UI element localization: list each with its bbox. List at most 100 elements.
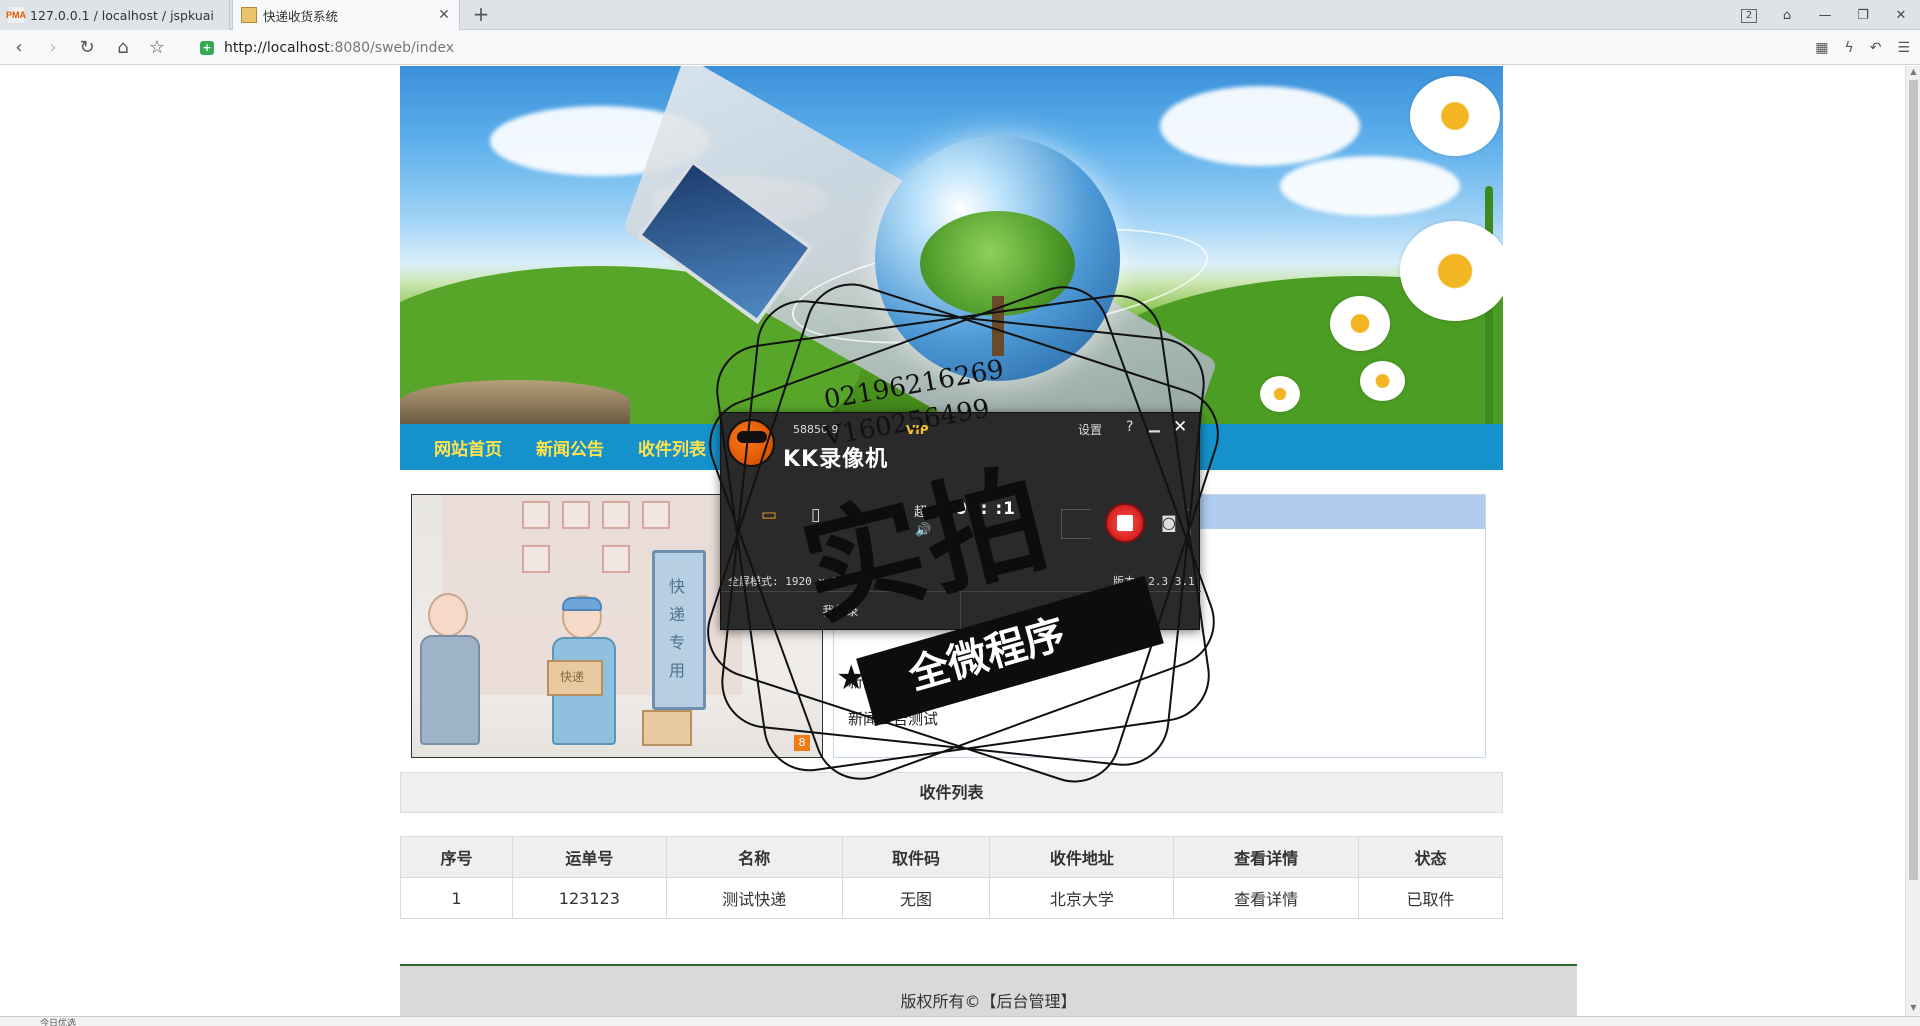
kk-toolbar-frame (1185, 509, 1191, 539)
cell-name: 测试快递 (665, 877, 843, 919)
kk-help-button[interactable]: ? (1126, 419, 1133, 435)
daisy-flower-icon (1410, 76, 1500, 156)
news-item[interactable]: 新闻公告测试 (848, 708, 938, 729)
news-item[interactable]: 新闻公告测试 (848, 671, 938, 692)
parcel-label: 快递 (560, 670, 585, 684)
lightning-icon[interactable]: ϟ (1844, 40, 1853, 56)
kk-close-icon[interactable]: ✕ (1173, 417, 1187, 437)
url-path: :8080/sweb/index (329, 39, 455, 56)
vertical-scrollbar[interactable]: ▲ ▼ (1905, 66, 1920, 1016)
table-row: 1 123123 测试快递 无图 北京大学 查看详情 已取件 (400, 877, 1503, 919)
tab-phpmyadmin[interactable]: PMA 127.0.0.1 / localhost / jspkuai (0, 0, 230, 30)
phpmyadmin-icon: PMA (6, 7, 26, 23)
cell-index: 1 (400, 877, 513, 919)
status-left-text[interactable]: 今日优选 (40, 1017, 76, 1026)
camera-icon[interactable]: ◙ (1161, 513, 1177, 532)
cell-pickup-code: 无图 (841, 877, 991, 919)
address-bar: ‹ › ↻ ⌂ ☆ + http://localhost :8080/sweb/… (0, 30, 1920, 65)
back-icon[interactable]: ‹ (6, 35, 32, 61)
close-window-icon[interactable]: ✕ (1882, 8, 1920, 23)
kk-my-recordings-button[interactable]: 我的录 (721, 592, 961, 630)
bookmark-star-icon[interactable]: ☆ (144, 35, 170, 61)
url-host: http://localhost (224, 39, 330, 56)
reload-icon[interactable]: ↻ (74, 35, 100, 61)
header-banner (400, 66, 1503, 424)
tab-bar: PMA 127.0.0.1 / localhost / jspkuai 快递收货… (0, 0, 1920, 30)
kk-recording-timer: 00: :1 (955, 499, 1017, 519)
daisy-flower-icon (1260, 376, 1300, 412)
scroll-down-icon[interactable]: ▼ (1906, 1003, 1920, 1015)
kk-bottom-bar: 我的录 (721, 591, 1201, 630)
kk-account-id[interactable]: 58850 9 (793, 423, 839, 436)
shirt-icon[interactable]: ⌂ (1768, 8, 1806, 23)
toolbar-right: ▦ ϟ ↶ ☰ (1815, 35, 1910, 60)
window-graphic (522, 501, 550, 529)
receive-list-table: 序号 运单号 名称 取件码 收件地址 查看详情 状态 1 123123 测试快递… (400, 836, 1503, 919)
scroll-up-icon[interactable]: ▲ (1906, 67, 1920, 79)
kk-settings-button[interactable]: 设置 (1078, 421, 1102, 438)
kk-toolbar-frame (1061, 509, 1091, 539)
new-tab-button[interactable]: + (470, 4, 492, 26)
kk-vip-badge[interactable]: VIP (906, 423, 929, 437)
daisy-flower-icon (1400, 221, 1503, 321)
menu-icon[interactable]: ☰ (1897, 40, 1910, 56)
fullscreen-mode-icon[interactable]: ▭ (761, 505, 777, 525)
table-header-row: 序号 运单号 名称 取件码 收件地址 查看详情 状态 (400, 836, 1503, 878)
rocks-graphic (400, 380, 630, 424)
menu-item-receive-list[interactable]: 收件列表 (638, 435, 706, 460)
scrollbar-thumb[interactable] (1909, 80, 1918, 880)
cell-waybill: 123123 (511, 877, 667, 919)
window-graphic (602, 501, 630, 529)
secure-shield-icon: + (200, 40, 214, 55)
slide-number-badge[interactable]: 8 (794, 735, 810, 751)
col-header-index: 序号 (400, 836, 513, 878)
menu-item-news[interactable]: 新闻公告 (536, 435, 604, 460)
admin-link[interactable]: 【后台管理】 (981, 992, 1077, 1011)
kk-brand-title: KK录像机 (783, 447, 889, 472)
receive-list-title: 收件列表 (400, 772, 1503, 813)
volume-icon[interactable]: 🔊 (915, 523, 931, 538)
window-graphic (522, 545, 550, 573)
kk-capture-mode: 全屏模式: 1920 x 1 (728, 575, 839, 588)
tab-kuaidi[interactable]: 快递收货系统 ✕ (232, 0, 460, 30)
url-input[interactable]: + http://localhost :8080/sweb/index (200, 35, 1730, 60)
minimize-icon[interactable]: — (1806, 8, 1844, 23)
tree-trunk-graphic (992, 296, 1004, 356)
forward-icon[interactable]: › (40, 35, 66, 61)
window-graphic (562, 501, 590, 529)
kk-minimize-icon[interactable]: ▁ (1149, 417, 1160, 433)
kk-logo-icon (727, 419, 775, 467)
cloud-shape (1280, 156, 1460, 216)
kk-mascot-face-icon (737, 431, 767, 443)
stop-square-icon (1117, 515, 1133, 531)
cell-status: 已取件 (1358, 877, 1503, 919)
col-header-waybill: 运单号 (511, 836, 667, 878)
daisy-flower-icon (1330, 296, 1390, 351)
status-bar: 今日优选 (0, 1016, 1920, 1026)
restore-icon[interactable]: ❐ (1844, 8, 1882, 23)
grid-icon[interactable]: ▦ (1815, 40, 1828, 56)
window-count-badge[interactable]: 2 (1730, 7, 1768, 23)
cell-address: 北京大学 (989, 877, 1175, 919)
cloud-shape (1160, 86, 1360, 166)
tab-label: 127.0.0.1 / localhost / jspkuai (30, 7, 214, 23)
tab-close-icon[interactable]: ✕ (437, 7, 451, 23)
window-mode-icon[interactable]: ▯ (811, 505, 820, 525)
courier-cap-graphic (562, 597, 602, 611)
view-detail-link[interactable]: 查看详情 (1173, 877, 1360, 919)
col-header-status: 状态 (1358, 836, 1503, 878)
home-icon[interactable]: ⌂ (110, 35, 136, 61)
copyright-text: 版权所有© (900, 992, 981, 1011)
tab-label: 快递收货系统 (263, 8, 339, 24)
col-header-address: 收件地址 (989, 836, 1175, 878)
window-graphic (602, 545, 630, 573)
customer-graphic (420, 635, 480, 745)
express-sign-text: 快递专用 (668, 577, 685, 680)
window-graphic (642, 501, 670, 529)
undo-icon[interactable]: ↶ (1870, 40, 1882, 56)
customer-head-graphic (428, 593, 468, 637)
menu-item-home[interactable]: 网站首页 (434, 435, 502, 460)
kk-recorder-window[interactable]: 58850 9 VIP KK录像机 设置 ? ▁ ✕ ▭ ▯ 超 00: :1 … (720, 412, 1201, 630)
window-controls: 2 ⌂ — ❐ ✕ (1730, 0, 1920, 30)
col-header-pickup-code: 取件码 (841, 836, 991, 878)
